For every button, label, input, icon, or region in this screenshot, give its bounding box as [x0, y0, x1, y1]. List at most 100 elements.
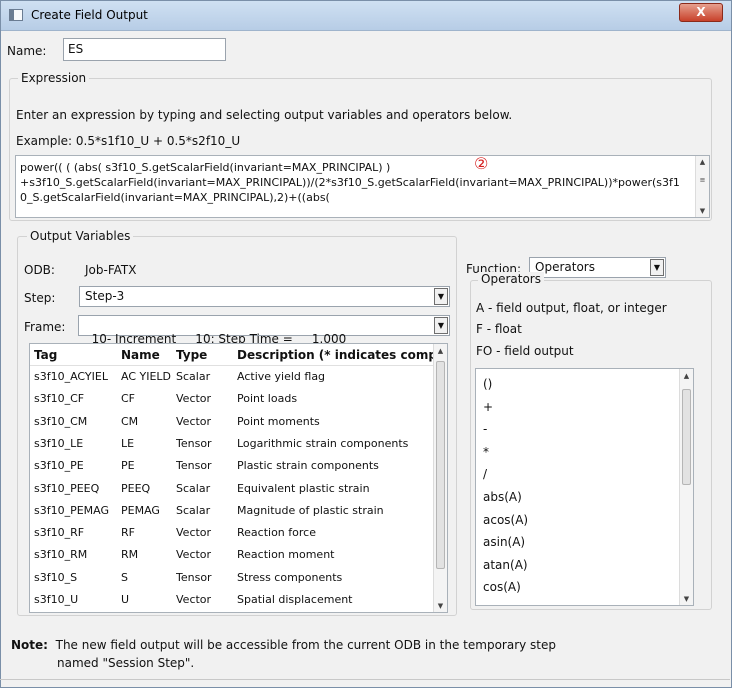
column-header-type[interactable]: Type: [176, 348, 236, 362]
name-input[interactable]: ES: [63, 38, 226, 61]
cell-type: Tensor: [176, 436, 212, 450]
scroll-up-icon[interactable]: ▲: [696, 156, 709, 168]
expression-instruction: Enter an expression by typing and select…: [16, 108, 513, 122]
table-row[interactable]: s3f10_PEEQ PEEQ Scalar Equivalent plastic s…: [30, 478, 435, 499]
scroll-thumb[interactable]: [436, 361, 445, 569]
cell-type: Tensor: [176, 459, 212, 473]
cell-tag: s3f10_CM: [34, 414, 88, 428]
operator-item[interactable]: (): [483, 377, 492, 391]
cell-tag: s3f10_RF: [34, 526, 85, 540]
step-label: Step:: [24, 291, 56, 305]
cell-tag: s3f10_PEMAG: [34, 503, 110, 517]
cell-tag: s3f10_S: [34, 570, 78, 584]
operator-item[interactable]: cos(A): [483, 580, 521, 594]
function-select-value: Operators: [535, 260, 595, 274]
cell-name: CF: [121, 392, 136, 406]
cell-name: CM: [121, 414, 139, 428]
scroll-down-icon[interactable]: ▼: [680, 593, 693, 605]
cell-description: Magnitude of plastic strain: [237, 503, 384, 517]
scroll-down-icon[interactable]: ▼: [696, 205, 709, 217]
operator-item[interactable]: /: [483, 467, 487, 481]
note-line-2: named "Session Step".: [57, 656, 195, 670]
cell-tag: s3f10_PE: [34, 459, 84, 473]
cell-description: Point moments: [237, 414, 320, 428]
table-row[interactable]: s3f10_PEMAG PEMAG Scalar Magnitude of plast…: [30, 500, 435, 521]
cell-description: Plastic strain components: [237, 459, 379, 473]
cell-type: Scalar: [176, 481, 211, 495]
scroll-up-icon[interactable]: ▲: [434, 345, 447, 357]
cell-name: RM: [121, 548, 139, 562]
operators-legend: Operators: [478, 272, 544, 286]
cell-description: Point loads: [237, 392, 298, 406]
close-button[interactable]: X: [679, 3, 723, 22]
output-variables-table[interactable]: Tag Name Type Description (* indicates c…: [29, 343, 448, 613]
frame-select[interactable]: 10- Increment 10: Step Time = 1.000 ▼: [78, 315, 450, 346]
table-scrollbar[interactable]: ▲ ▼: [433, 344, 447, 612]
table-row[interactable]: s3f10_U U Vector Spatial displacement: [30, 589, 435, 610]
cell-type: Vector: [176, 593, 212, 606]
table-row[interactable]: s3f10_S S Tensor Stress components: [30, 567, 435, 588]
operators-legend-f: F - float: [476, 322, 522, 336]
cell-type: Vector: [176, 414, 212, 428]
odb-label: ODB:: [24, 263, 55, 277]
column-header-description[interactable]: Description (* indicates comp: [237, 348, 435, 362]
function-select[interactable]: Operators ▼: [529, 257, 666, 278]
cell-type: Scalar: [176, 503, 211, 517]
cell-tag: s3f10_U: [34, 593, 79, 606]
table-row[interactable]: s3f10_ACYIEL AC YIELD Scalar Active yield f…: [30, 366, 435, 387]
cell-tag: s3f10_RM: [34, 548, 88, 562]
cell-description: Stress components: [237, 570, 343, 584]
cell-name: PEEQ: [121, 481, 151, 495]
operators-list[interactable]: () + - * / abs(A) acos(A) asin(A) atan(A) cos(A) …: [475, 368, 694, 606]
table-row[interactable]: s3f10_CF CF Vector Point loads: [30, 388, 435, 409]
column-header-tag[interactable]: Tag: [34, 348, 114, 362]
operators-scrollbar[interactable]: ▲ ▼: [679, 369, 693, 605]
title-bar: Create Field Output X: [1, 1, 731, 31]
note-label: Note:: [11, 638, 48, 652]
operator-item[interactable]: abs(A): [483, 490, 522, 504]
cell-description: Reaction force: [237, 526, 316, 540]
table-row[interactable]: s3f10_RF RF Vector Reaction force: [30, 522, 435, 543]
operator-item[interactable]: +: [483, 400, 493, 414]
table-row[interactable]: s3f10_LE LE Tensor Logarithmic strain compo…: [30, 433, 435, 454]
annotation-marker: ②: [474, 154, 489, 173]
frame-label: Frame:: [24, 320, 66, 334]
output-variables-legend: Output Variables: [27, 229, 134, 243]
chevron-down-icon[interactable]: ▼: [434, 288, 448, 305]
cell-type: Vector: [176, 392, 212, 406]
cell-type: Scalar: [176, 370, 211, 383]
chevron-down-icon[interactable]: ▼: [650, 259, 664, 276]
cell-name: S: [121, 570, 128, 584]
expression-scrollbar[interactable]: ▲ ≡ ▼: [695, 156, 709, 217]
operators-legend-a: A - field output, float, or integer: [476, 301, 667, 315]
expression-textarea[interactable]: power(( ( (abs( s3f10_S.getScalarField(i…: [15, 154, 710, 218]
chevron-down-icon[interactable]: ▼: [434, 317, 448, 334]
odb-value: Job-FATX: [85, 263, 137, 277]
table-row[interactable]: s3f10_PE PE Tensor Plastic strain component…: [30, 455, 435, 476]
name-label: Name:: [7, 44, 47, 58]
note: Note: The new field output will be acces…: [11, 636, 556, 672]
column-header-name[interactable]: Name: [121, 348, 171, 362]
table-row[interactable]: s3f10_CM CM Vector Point moments: [30, 411, 435, 432]
operator-item[interactable]: acos(A): [483, 513, 528, 527]
cell-description: Equivalent plastic strain: [237, 481, 370, 495]
table-row[interactable]: s3f10_RM RM Vector Reaction moment: [30, 544, 435, 565]
expression-example: Example: 0.5*s1f10_U + 0.5*s2f10_U: [16, 134, 241, 148]
cell-type: Tensor: [176, 570, 212, 584]
window-title: Create Field Output: [31, 8, 148, 22]
scroll-grip-icon: ≡: [699, 176, 706, 184]
step-select[interactable]: Step-3 ▼: [79, 286, 450, 307]
cell-name: LE: [121, 436, 135, 450]
scroll-thumb[interactable]: [682, 389, 691, 485]
scroll-up-icon[interactable]: ▲: [680, 370, 693, 382]
operator-item[interactable]: asin(A): [483, 535, 525, 549]
scroll-down-icon[interactable]: ▼: [434, 600, 447, 612]
cell-tag: s3f10_PEEQ: [34, 481, 100, 495]
operator-item[interactable]: atan(A): [483, 558, 528, 572]
cell-name: RF: [121, 526, 135, 540]
operator-item[interactable]: *: [483, 445, 489, 459]
expression-legend: Expression: [18, 71, 90, 85]
cell-description: Spatial displacement: [237, 593, 353, 606]
cell-tag: s3f10_LE: [34, 436, 84, 450]
operator-item[interactable]: -: [483, 422, 487, 436]
